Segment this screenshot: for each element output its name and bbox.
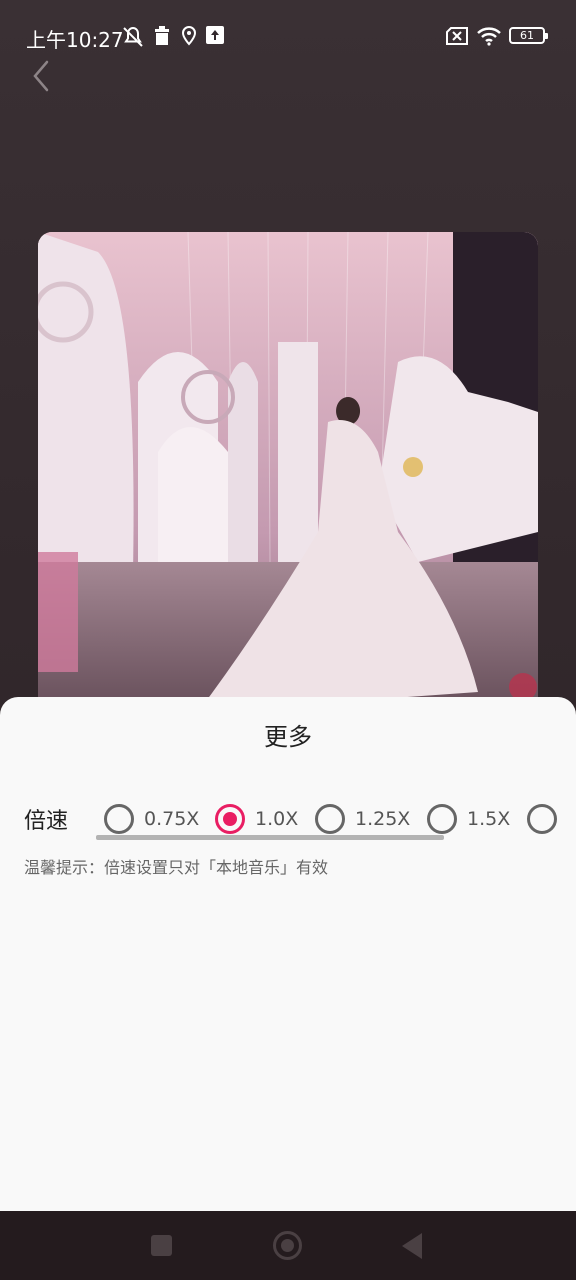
recents-icon[interactable] [151, 1235, 172, 1256]
wifi-icon [477, 27, 501, 46]
radio-icon [315, 804, 345, 834]
speed-option-next[interactable] [527, 789, 567, 849]
album-art-image [38, 232, 538, 732]
speed-hint: 温馨提示：倍速设置只对「本地音乐」有效 [24, 858, 329, 877]
mute-icon [123, 26, 143, 47]
option-label: 1.0X [255, 808, 299, 830]
option-label: 1.5X [467, 808, 511, 830]
speed-option-1.25x[interactable]: 1.25X [315, 789, 410, 849]
speed-options[interactable]: 0.75X 1.0X 1.25X 1.5X [96, 789, 576, 849]
more-options-sheet: 更多 倍速 0.75X 1.0X 1.25X 1.5X 温馨提示：倍速设置只对「… [0, 697, 576, 1211]
navigation-bar [0, 1211, 576, 1280]
chevron-left-icon [33, 60, 49, 92]
speed-option-1.0x[interactable]: 1.0X [215, 789, 298, 849]
battery-level: 61 [520, 29, 534, 42]
speed-option-0.75x[interactable]: 0.75X [104, 789, 199, 849]
trash-icon [155, 26, 169, 45]
speed-option-1.5x[interactable]: 1.5X [427, 789, 510, 849]
radio-icon [527, 804, 557, 834]
back-icon[interactable] [402, 1233, 422, 1259]
back-button[interactable] [24, 56, 60, 96]
location-icon [181, 26, 197, 46]
horizontal-scrollbar[interactable] [96, 835, 444, 840]
option-label: 0.75X [144, 808, 200, 830]
sheet-title: 更多 [264, 723, 312, 751]
no-sim-icon [446, 27, 468, 45]
status-bar: 上午10:27 61 [0, 0, 576, 72]
home-icon[interactable] [273, 1231, 302, 1260]
radio-checked-icon [215, 804, 245, 834]
upload-icon [206, 26, 224, 44]
radio-icon [427, 804, 457, 834]
battery-icon: 61 [509, 27, 548, 44]
album-art [38, 232, 538, 732]
status-time: 上午10:27 [26, 28, 124, 52]
radio-icon [104, 804, 134, 834]
option-label: 1.25X [355, 808, 411, 830]
speed-label: 倍速 [24, 809, 69, 834]
